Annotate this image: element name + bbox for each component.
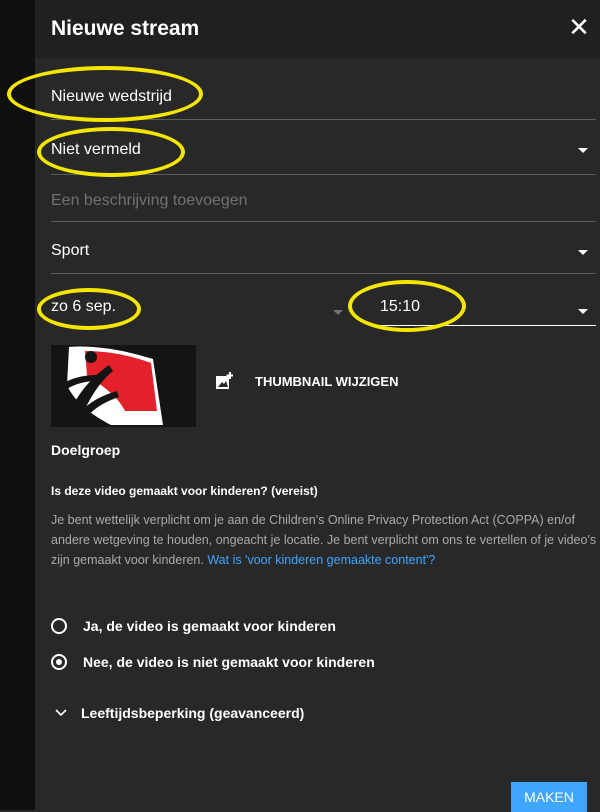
audience-heading: Doelgroep [51, 442, 121, 458]
change-thumbnail-label: THUMBNAIL WIJZIGEN [255, 373, 399, 389]
left-background-strip [0, 0, 35, 810]
visibility-underline [51, 174, 596, 175]
time-underline [380, 325, 596, 326]
title-input[interactable]: Nieuwe wedstrijd [51, 88, 172, 106]
visibility-select[interactable]: Niet vermeld [51, 141, 596, 175]
category-select[interactable]: Sport [51, 242, 596, 274]
radio-button-selected-icon[interactable] [51, 654, 67, 670]
age-restriction-label: Leeftijdsbeperking (geavanceerd) [81, 705, 305, 721]
dialog-title: Nieuwe stream [51, 17, 200, 40]
chevron-down-icon [55, 709, 67, 717]
dialog-header: Nieuwe stream ✕ [35, 0, 600, 58]
chevron-down-icon [578, 309, 588, 314]
visibility-value: Niet vermeld [51, 141, 141, 158]
create-button[interactable]: MAKEN [511, 782, 587, 812]
add-photo-icon [216, 372, 233, 389]
time-select[interactable]: 15:10 [380, 298, 596, 326]
close-icon[interactable]: ✕ [564, 12, 594, 42]
date-select[interactable]: zo 6 sep. [51, 298, 347, 326]
age-restriction-toggle[interactable]: Leeftijdsbeperking (geavanceerd) [55, 705, 304, 721]
logo-text: KWIEK [121, 411, 161, 425]
chevron-down-icon [578, 250, 588, 255]
radio-made-for-kids-yes[interactable]: Ja, de video is gemaakt voor kinderen [51, 618, 336, 634]
coppa-description: Je bent wettelijk verplicht om je aan de… [51, 510, 597, 570]
radio-yes-label: Ja, de video is gemaakt voor kinderen [83, 618, 336, 634]
radio-made-for-kids-no[interactable]: Nee, de video is niet gemaakt voor kinde… [51, 654, 375, 670]
time-value: 15:10 [380, 298, 421, 315]
date-value: zo 6 sep. [51, 298, 116, 315]
made-for-kids-question: Is deze video gemaakt voor kinderen? (ve… [51, 484, 318, 498]
title-field[interactable]: Nieuwe wedstrijd [51, 88, 596, 120]
radio-button-icon[interactable] [51, 618, 67, 634]
title-underline [51, 119, 596, 120]
kwiek-logo: KWIEK [51, 345, 196, 427]
chevron-down-icon [333, 310, 343, 315]
change-thumbnail-button[interactable]: THUMBNAIL WIJZIGEN [215, 372, 398, 390]
description-input[interactable]: Een beschrijving toevoegen [51, 192, 248, 210]
description-underline [51, 221, 596, 222]
radio-no-label: Nee, de video is niet gemaakt voor kinde… [83, 654, 375, 670]
category-value: Sport [51, 242, 90, 259]
made-for-kids-link[interactable]: Wat is 'voor kinderen gemaakte content'? [207, 553, 435, 567]
thumbnail-image: KWIEK [51, 345, 196, 427]
chevron-down-icon [578, 148, 588, 153]
description-field[interactable]: Een beschrijving toevoegen [51, 192, 596, 222]
category-underline [51, 273, 596, 274]
